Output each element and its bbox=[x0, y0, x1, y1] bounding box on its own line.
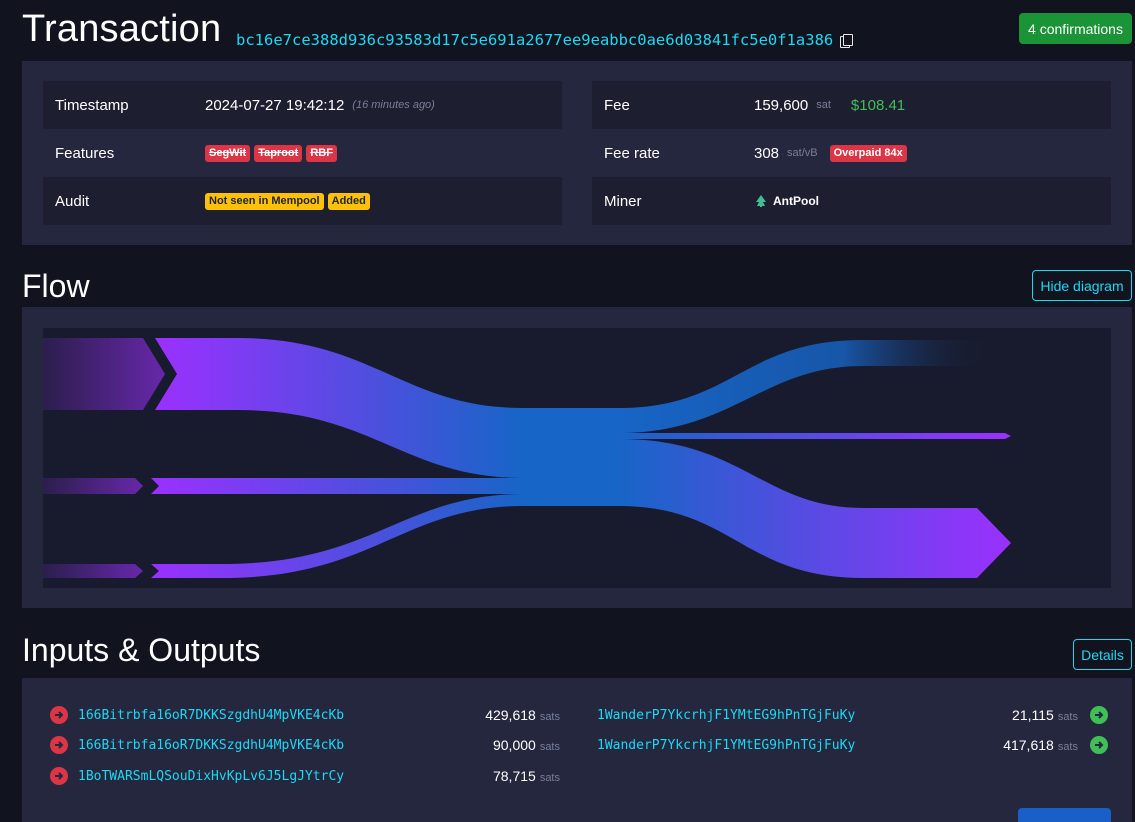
timestamp-row: Timestamp 2024-07-27 19:42:12 (16 minute… bbox=[43, 81, 562, 129]
input-amount-unit: sats bbox=[539, 772, 560, 784]
input-row: 166Bitrbfa16oR7DKKSzgdhU4MpVKE4cKb 429,6… bbox=[50, 703, 560, 727]
overpaid-badge[interactable]: Overpaid 84x bbox=[829, 144, 907, 162]
flow-input-3[interactable] bbox=[151, 494, 523, 578]
miner-name[interactable]: AntPool bbox=[773, 194, 819, 208]
input-address[interactable]: 1BoTWARSmLQSouDixHvKpLv6J5LgJYtrCy bbox=[78, 769, 344, 784]
fee-rate-unit: sat/vB bbox=[787, 147, 818, 159]
timestamp-text: 2024-07-27 19:42:12 bbox=[205, 96, 345, 114]
fee-row: Fee 159,600 sat $108.41 bbox=[592, 81, 1111, 129]
arrow-right-icon[interactable] bbox=[50, 736, 68, 754]
arrow-right-icon[interactable] bbox=[1090, 736, 1108, 754]
fee-rate-number: 308 bbox=[754, 144, 780, 162]
flow-input-stub-3 bbox=[43, 564, 143, 578]
arrow-right-icon[interactable] bbox=[50, 706, 68, 724]
fee-value: 159,600 sat $108.41 bbox=[754, 97, 905, 114]
input-amount: 90,000 sats bbox=[493, 737, 560, 753]
output-amount: 417,618 sats bbox=[1003, 737, 1078, 753]
flow-output-2[interactable] bbox=[619, 439, 1011, 578]
audit-tag-added[interactable]: Added bbox=[327, 192, 370, 210]
output-row: 1WanderP7YkcrhjF1YMtEG9hPnTGjFuKy 21,115… bbox=[597, 703, 1108, 727]
fee-usd[interactable]: $108.41 bbox=[851, 97, 905, 114]
audit-tags: Not seen in Mempool Added bbox=[205, 192, 370, 210]
flow-diagram[interactable] bbox=[43, 328, 1111, 588]
fee-rate-row: Fee rate 308 sat/vB Overpaid 84x bbox=[592, 129, 1111, 177]
features-tags: SegWit Taproot RBF bbox=[205, 144, 337, 162]
flow-input-2[interactable] bbox=[151, 478, 523, 494]
audit-row: Audit Not seen in Mempool Added bbox=[43, 177, 562, 225]
input-amount-value: 90,000 bbox=[492, 737, 536, 753]
input-address[interactable]: 166Bitrbfa16oR7DKKSzgdhU4MpVKE4cKb bbox=[78, 738, 344, 753]
flow-diagram-svg bbox=[43, 338, 1011, 578]
antpool-logo-icon bbox=[756, 195, 766, 207]
input-row: 1BoTWARSmLQSouDixHvKpLv6J5LgJYtrCy 78,71… bbox=[50, 764, 560, 788]
io-heading: Inputs & Outputs bbox=[22, 632, 261, 668]
timestamp-value: 2024-07-27 19:42:12 (16 minutes ago) bbox=[205, 97, 435, 114]
txid-text[interactable]: bc16e7ce388d936c93583d17c5e691a2677ee9ea… bbox=[236, 31, 833, 49]
miner-label: Miner bbox=[604, 192, 642, 210]
flow-input-stub-2 bbox=[43, 478, 143, 494]
input-amount: 78,715 sats bbox=[493, 768, 560, 784]
fee-rate-label: Fee rate bbox=[604, 144, 660, 162]
miner-row: Miner AntPool bbox=[592, 177, 1111, 225]
fee-unit: sat bbox=[816, 99, 831, 111]
timestamp-ago: (16 minutes ago) bbox=[352, 99, 435, 111]
fee-rate-value: 308 sat/vB Overpaid 84x bbox=[754, 144, 907, 162]
input-row: 166Bitrbfa16oR7DKKSzgdhU4MpVKE4cKb 90,00… bbox=[50, 733, 560, 757]
output-amount-value: 21,115 bbox=[1012, 707, 1054, 723]
output-amount-value: 417,618 bbox=[1003, 737, 1054, 753]
timestamp-label: Timestamp bbox=[55, 96, 129, 114]
output-amount-unit: sats bbox=[1057, 711, 1078, 723]
arrow-right-icon[interactable] bbox=[50, 767, 68, 785]
fee-label: Fee bbox=[604, 96, 630, 114]
confirmations-badge: 4 confirmations bbox=[1019, 13, 1132, 44]
flow-heading: Flow bbox=[22, 268, 90, 304]
input-amount-value: 78,715 bbox=[492, 768, 536, 784]
output-address[interactable]: 1WanderP7YkcrhjF1YMtEG9hPnTGjFuKy bbox=[597, 738, 855, 753]
output-amount-unit: sats bbox=[1057, 741, 1078, 753]
flow-input-stub-1 bbox=[43, 338, 165, 410]
arrow-right-icon[interactable] bbox=[1090, 706, 1108, 724]
feature-tag-rbf[interactable]: RBF bbox=[306, 144, 337, 162]
fee-sats: 159,600 bbox=[754, 96, 809, 114]
input-amount-unit: sats bbox=[539, 711, 560, 723]
io-panel: 166Bitrbfa16oR7DKKSzgdhU4MpVKE4cKb 429,6… bbox=[22, 678, 1132, 822]
audit-tag-not-seen[interactable]: Not seen in Mempool bbox=[205, 192, 324, 210]
output-address[interactable]: 1WanderP7YkcrhjF1YMtEG9hPnTGjFuKy bbox=[597, 708, 855, 723]
flow-input-1[interactable] bbox=[155, 338, 523, 478]
hide-diagram-button[interactable]: Hide diagram bbox=[1032, 270, 1132, 301]
audit-label: Audit bbox=[55, 192, 90, 210]
flow-output-fee[interactable] bbox=[619, 340, 993, 433]
total-amount-button[interactable] bbox=[1018, 808, 1111, 822]
details-button[interactable]: Details bbox=[1073, 639, 1132, 670]
input-address[interactable]: 166Bitrbfa16oR7DKKSzgdhU4MpVKE4cKb bbox=[78, 708, 344, 723]
txid-link[interactable]: bc16e7ce388d936c93583d17c5e691a2677ee9ea… bbox=[236, 31, 854, 49]
feature-tag-segwit[interactable]: SegWit bbox=[205, 144, 251, 162]
flow-output-1[interactable] bbox=[619, 433, 1011, 439]
input-amount: 429,618 sats bbox=[485, 707, 560, 723]
transaction-details-panel: Timestamp 2024-07-27 19:42:12 (16 minute… bbox=[22, 61, 1132, 245]
input-amount-unit: sats bbox=[539, 741, 560, 753]
miner-value[interactable]: AntPool bbox=[754, 194, 819, 208]
output-row: 1WanderP7YkcrhjF1YMtEG9hPnTGjFuKy 417,61… bbox=[597, 733, 1108, 757]
input-amount-value: 429,618 bbox=[485, 707, 536, 723]
copy-icon[interactable] bbox=[840, 33, 854, 48]
feature-tag-taproot[interactable]: Taproot bbox=[254, 144, 303, 162]
features-label: Features bbox=[55, 144, 115, 162]
flow-junction bbox=[521, 408, 621, 506]
page-title: Transaction bbox=[22, 8, 222, 50]
features-row: Features SegWit Taproot RBF bbox=[43, 129, 562, 177]
output-amount: 21,115 sats bbox=[1012, 707, 1078, 723]
